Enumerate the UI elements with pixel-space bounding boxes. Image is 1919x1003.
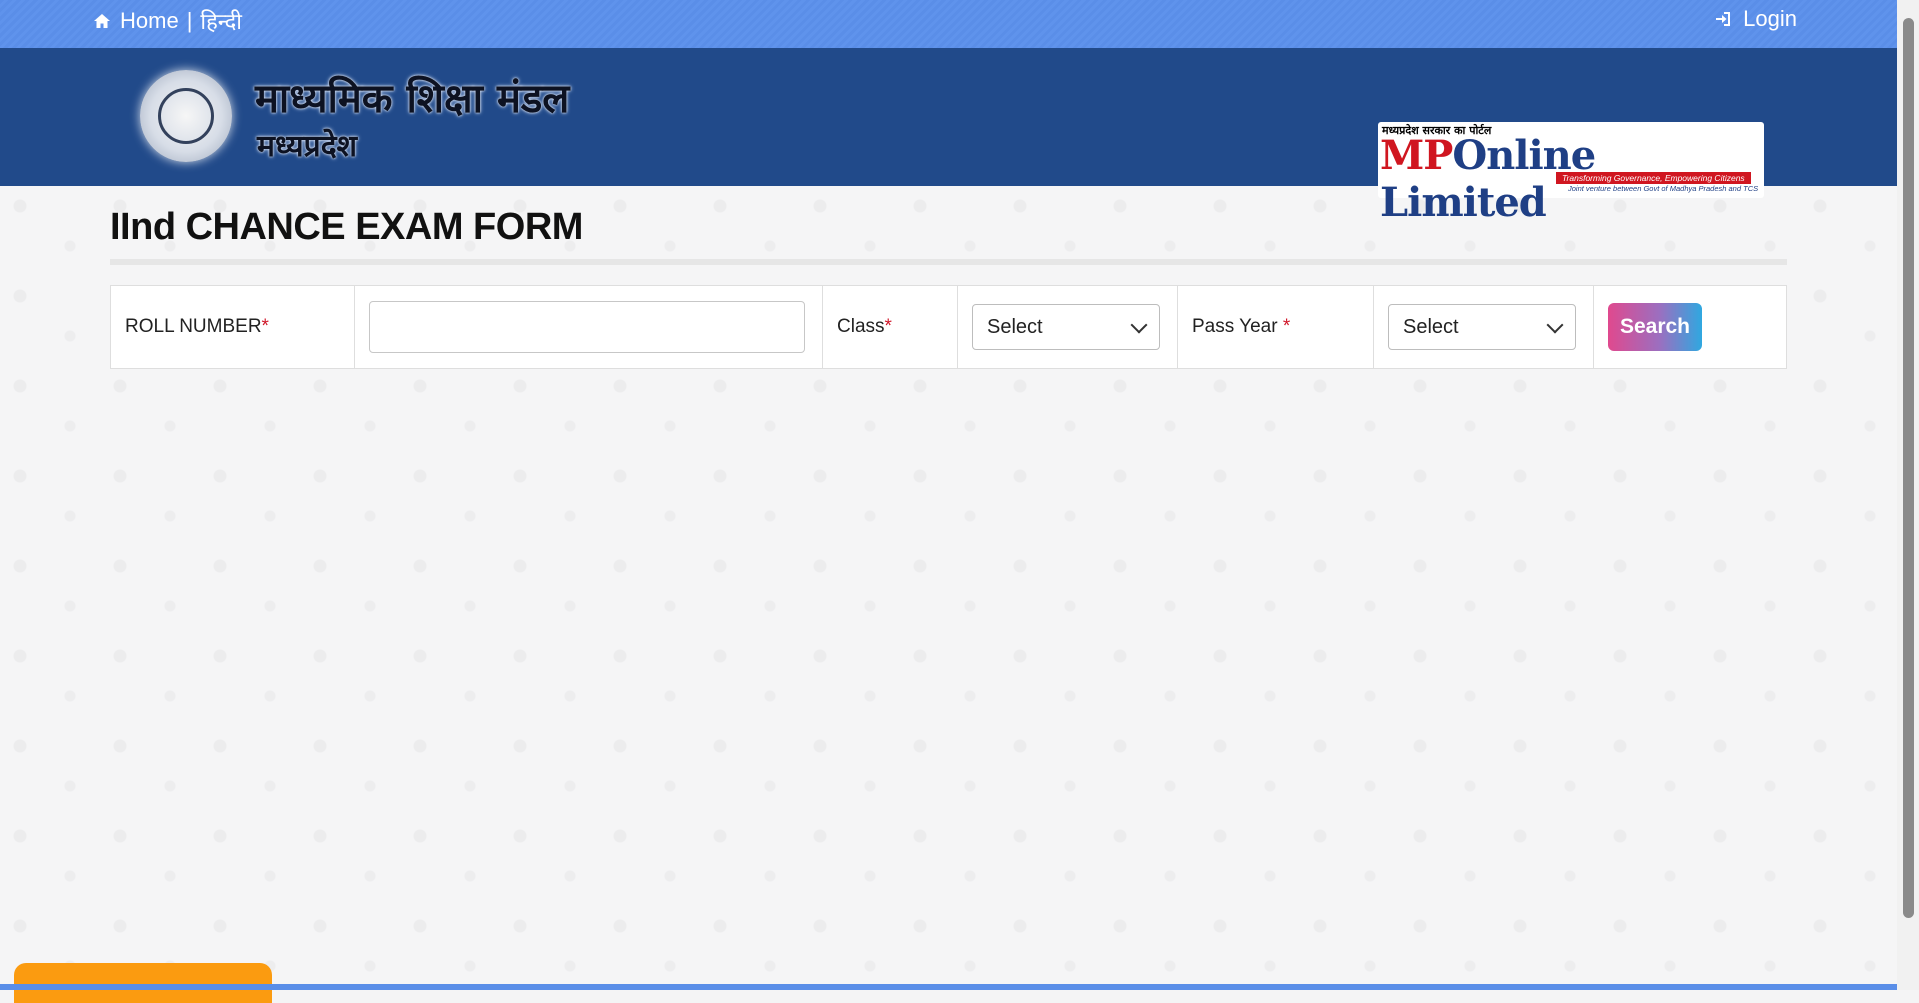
sign-in-icon[interactable] — [1713, 9, 1733, 29]
nav-separator: | — [186, 8, 193, 33]
chevron-down-icon — [1546, 316, 1564, 334]
login-link[interactable]: Login — [1743, 6, 1797, 32]
footer-bar — [0, 984, 1897, 990]
class-label-text: Class — [837, 316, 885, 337]
roll-number-label: ROLL NUMBER* — [125, 316, 269, 338]
roll-number-label-text: ROLL NUMBER — [125, 316, 262, 337]
roll-number-input[interactable] — [369, 301, 805, 353]
site-header: माध्यमिक शिक्षा मंडल मध्यप्रदेश मध्यप्रद… — [0, 48, 1897, 226]
roll-number-label-cell: ROLL NUMBER* — [111, 286, 355, 368]
main-content: IInd CHANCE EXAM FORM — [110, 200, 1787, 265]
class-required-mark: * — [884, 316, 892, 337]
pass-year-label-cell: Pass Year * — [1178, 286, 1374, 368]
home-icon[interactable] — [92, 11, 112, 31]
class-select-cell: Select — [958, 286, 1178, 368]
page-title: IInd CHANCE EXAM FORM — [110, 206, 583, 248]
home-link[interactable]: Home — [120, 8, 179, 34]
scrollbar-thumb[interactable] — [1903, 18, 1914, 918]
mponline-logo[interactable]: मध्यप्रदेश सरकार का पोर्टल MPOnline Limi… — [1378, 122, 1764, 226]
board-emblem-logo[interactable] — [140, 70, 232, 162]
pass-year-select-cell: Select — [1374, 286, 1594, 368]
top-nav-left: Home | हिन्दी — [92, 6, 242, 36]
board-title: माध्यमिक शिक्षा मंडल — [255, 75, 570, 122]
roll-number-input-cell — [355, 286, 823, 368]
pass-year-required-mark: * — [1282, 316, 1291, 337]
board-subtitle: मध्यप्रदेश — [257, 129, 358, 164]
vertical-scrollbar[interactable] — [1897, 0, 1919, 990]
top-nav-right: Login — [1713, 6, 1797, 32]
pass-year-select-value: Select — [1403, 315, 1459, 338]
mponline-logo-mp: MP — [1380, 132, 1453, 179]
pass-year-select[interactable]: Select — [1388, 304, 1576, 350]
chevron-down-icon — [1130, 316, 1148, 334]
top-nav-bar: Home | हिन्दी Login — [0, 0, 1897, 48]
search-form-row: ROLL NUMBER* Class* Select Pass Year * S… — [110, 285, 1787, 369]
emblem-ring — [158, 88, 214, 144]
title-divider — [110, 259, 1787, 265]
roll-number-required-mark: * — [261, 316, 269, 337]
pass-year-label-text: Pass Year — [1192, 316, 1283, 337]
class-label-cell: Class* — [823, 286, 958, 368]
mponline-logo-jv: Joint venture between Govt of Madhya Pra… — [1568, 184, 1759, 193]
search-button-cell: Search — [1594, 286, 1786, 368]
hindi-language-link[interactable]: हिन्दी — [200, 6, 242, 36]
search-button[interactable]: Search — [1608, 303, 1702, 351]
floating-orange-tab[interactable] — [14, 963, 272, 1003]
class-select[interactable]: Select — [972, 304, 1160, 350]
class-select-value: Select — [987, 315, 1043, 338]
class-label: Class* — [837, 316, 892, 338]
mponline-logo-tagline: Transforming Governance, Empowering Citi… — [1556, 172, 1751, 184]
pass-year-label: Pass Year * — [1192, 316, 1290, 338]
